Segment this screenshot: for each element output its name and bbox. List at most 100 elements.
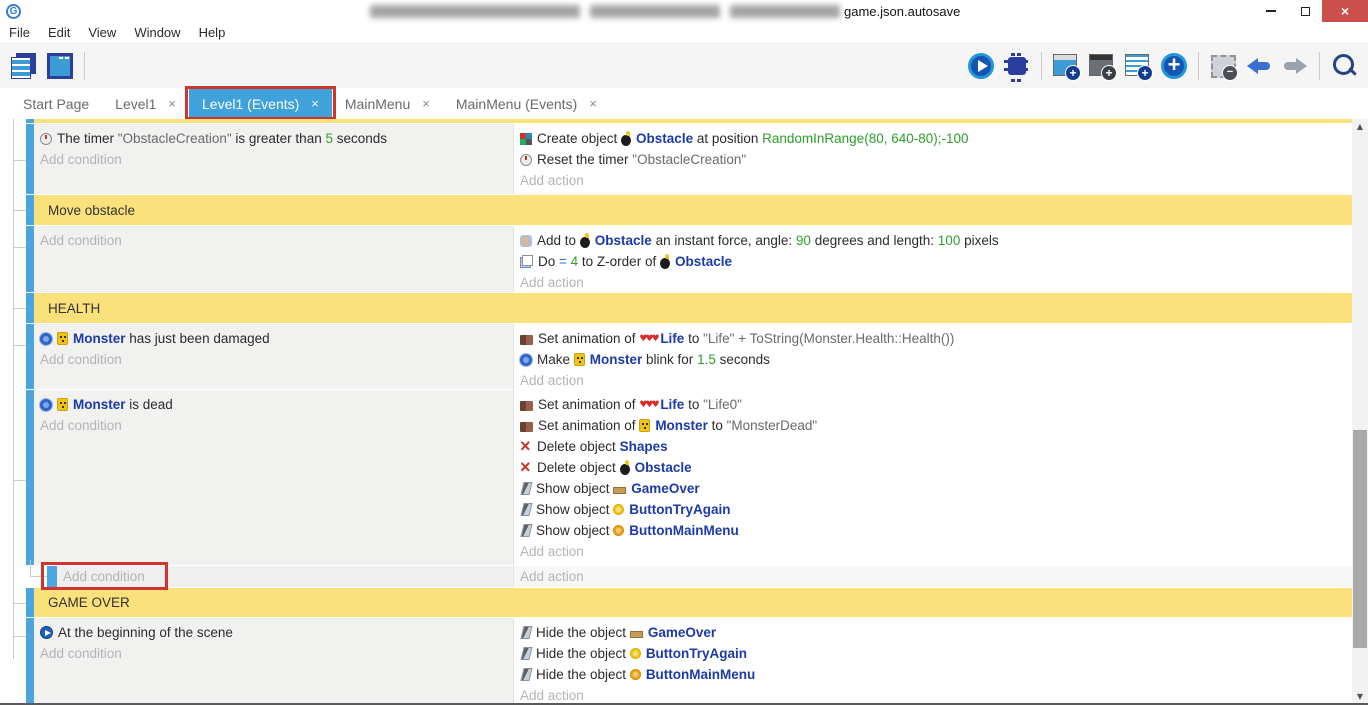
condition-lines: The timer "ObstacleCreation" is greater … [34, 128, 513, 149]
actions-cell[interactable]: Create object Obstacle at position Rando… [513, 124, 1352, 194]
action-line[interactable]: Set animation of Life to "Life0" [514, 394, 1352, 415]
action-line[interactable]: Show object GameOver [514, 478, 1352, 499]
close-tab-icon[interactable]: × [311, 96, 319, 111]
tab-level1-events[interactable]: Level1 (Events) × [189, 88, 332, 119]
group-header-label[interactable]: GAME OVER [34, 588, 1352, 617]
conditions-cell[interactable]: Add condition [34, 226, 513, 292]
play-icon[interactable] [966, 51, 996, 81]
event-drag-bar[interactable] [26, 119, 34, 123]
menu-edit[interactable]: Edit [39, 25, 79, 40]
add-action-button[interactable]: Add action [514, 685, 1352, 705]
tab-label: Level1 [115, 96, 156, 112]
scene-editor-icon[interactable] [45, 51, 75, 81]
group-header-partial[interactable] [26, 119, 1352, 123]
scrollbar-thumb[interactable] [1353, 430, 1367, 648]
add-action-button[interactable]: Add action [514, 541, 1352, 562]
action-line[interactable]: Hide the object ButtonTryAgain [514, 643, 1352, 664]
redo-icon[interactable] [1280, 51, 1310, 81]
action-line[interactable]: Add to Obstacle an instant force, angle:… [514, 230, 1352, 251]
close-tab-icon[interactable]: × [422, 96, 430, 111]
minimize-button[interactable] [1254, 0, 1288, 22]
action-line[interactable]: Reset the timer "ObstacleCreation" [514, 149, 1352, 170]
add-action-button[interactable]: Add action [514, 370, 1352, 389]
action-line[interactable]: Hide the object ButtonMainMenu [514, 664, 1352, 685]
actions-cell[interactable]: Set animation of Life to "Life" + ToStri… [513, 324, 1352, 389]
tab-start-page[interactable]: Start Page [10, 88, 102, 119]
event-drag-bar[interactable] [26, 124, 34, 194]
condition-line[interactable]: Monster is dead [34, 394, 513, 415]
actions-cell[interactable]: Set animation of Life to "Life0"Set anim… [513, 390, 1352, 565]
debug-icon[interactable] [1002, 51, 1032, 81]
add-subevent-icon[interactable] [1087, 51, 1117, 81]
add-comment-icon[interactable] [1123, 51, 1153, 81]
event-drag-bar[interactable] [26, 588, 34, 617]
project-manager-icon[interactable] [9, 51, 39, 81]
action-line[interactable]: Delete object Shapes [514, 436, 1352, 457]
event-drag-bar[interactable] [47, 566, 57, 587]
add-condition-button[interactable]: Add condition [34, 643, 513, 664]
group-header-game-over[interactable]: GAME OVER [26, 588, 1352, 617]
group-header-label[interactable]: HEALTH [34, 293, 1352, 323]
tab-level1[interactable]: Level1 × [102, 88, 189, 119]
actions-cell[interactable]: Add action [513, 566, 1352, 587]
menu-window[interactable]: Window [125, 25, 189, 40]
add-action-button[interactable]: Add action [514, 272, 1352, 292]
action-line[interactable]: Delete object Obstacle [514, 457, 1352, 478]
add-plus-icon[interactable] [1159, 51, 1189, 81]
event-drag-bar[interactable] [26, 226, 34, 292]
restore-button[interactable] [1288, 0, 1322, 22]
group-header-move-obstacle[interactable]: Move obstacle [26, 195, 1352, 225]
search-icon[interactable] [1329, 51, 1359, 81]
undo-icon[interactable] [1244, 51, 1274, 81]
conditions-cell[interactable]: The timer "ObstacleCreation" is greater … [34, 124, 513, 194]
animation-icon [520, 335, 533, 345]
actions-cell[interactable]: Add to Obstacle an instant force, angle:… [513, 226, 1352, 292]
action-line[interactable]: Make Monster blink for 1.5 seconds [514, 349, 1352, 370]
conditions-cell[interactable]: Monster has just been damaged Add condit… [34, 324, 513, 389]
group-header-health[interactable]: HEALTH [26, 293, 1352, 323]
event-drag-bar[interactable] [26, 293, 34, 323]
event-drag-bar[interactable] [26, 390, 34, 565]
close-tab-icon[interactable]: × [589, 96, 597, 111]
remove-event-icon[interactable] [1208, 51, 1238, 81]
menu-view[interactable]: View [79, 25, 125, 40]
menu-file[interactable]: File [0, 25, 39, 40]
condition-line[interactable]: Monster has just been damaged [34, 328, 513, 349]
vertical-scrollbar[interactable]: ▲ ▼ [1352, 119, 1368, 705]
add-event-icon[interactable] [1051, 51, 1081, 81]
group-header-label[interactable]: Move obstacle [34, 195, 1352, 225]
add-condition-button[interactable]: Add condition [34, 349, 513, 370]
condition-line[interactable]: The timer "ObstacleCreation" is greater … [34, 128, 513, 149]
action-line[interactable]: Set animation of Monster to "MonsterDead… [514, 415, 1352, 436]
conditions-cell[interactable]: Add condition [57, 566, 513, 587]
scroll-up-icon[interactable]: ▲ [1352, 119, 1368, 135]
add-action-button[interactable]: Add action [514, 566, 1352, 587]
tab-mainmenu[interactable]: MainMenu × [332, 88, 443, 119]
text-segment: Show object [536, 523, 613, 538]
add-condition-button[interactable]: Add condition [34, 415, 513, 436]
event-drag-bar[interactable] [26, 195, 34, 225]
add-condition-button[interactable]: Add condition [34, 149, 513, 170]
close-tab-icon[interactable]: × [168, 96, 176, 111]
event-drag-bar[interactable] [26, 324, 34, 389]
tab-mainmenu-events[interactable]: MainMenu (Events) × [443, 88, 610, 119]
add-condition-button[interactable]: Add condition [57, 566, 513, 587]
bomb-icon [621, 135, 631, 146]
action-line[interactable]: Show object ButtonMainMenu [514, 520, 1352, 541]
action-line[interactable]: Hide the object GameOver [514, 622, 1352, 643]
conditions-cell[interactable]: At the beginning of the scene Add condit… [34, 618, 513, 705]
condition-line[interactable]: At the beginning of the scene [34, 622, 513, 643]
actions-cell[interactable]: Hide the object GameOverHide the object … [513, 618, 1352, 705]
conditions-cell[interactable]: Monster is dead Add condition [34, 390, 513, 565]
add-action-button[interactable]: Add action [514, 170, 1352, 191]
action-line[interactable]: Do = 4 to Z-order of Obstacle [514, 251, 1352, 272]
add-condition-button[interactable]: Add condition [34, 230, 513, 251]
menu-help[interactable]: Help [190, 25, 235, 40]
close-button[interactable]: × [1322, 0, 1368, 22]
action-line[interactable]: Show object ButtonTryAgain [514, 499, 1352, 520]
text-segment: Monster [590, 352, 643, 367]
action-line[interactable]: Create object Obstacle at position Rando… [514, 128, 1352, 149]
event-block: Monster has just been damaged Add condit… [26, 324, 1352, 389]
event-drag-bar[interactable] [26, 618, 34, 705]
action-line[interactable]: Set animation of Life to "Life" + ToStri… [514, 328, 1352, 349]
